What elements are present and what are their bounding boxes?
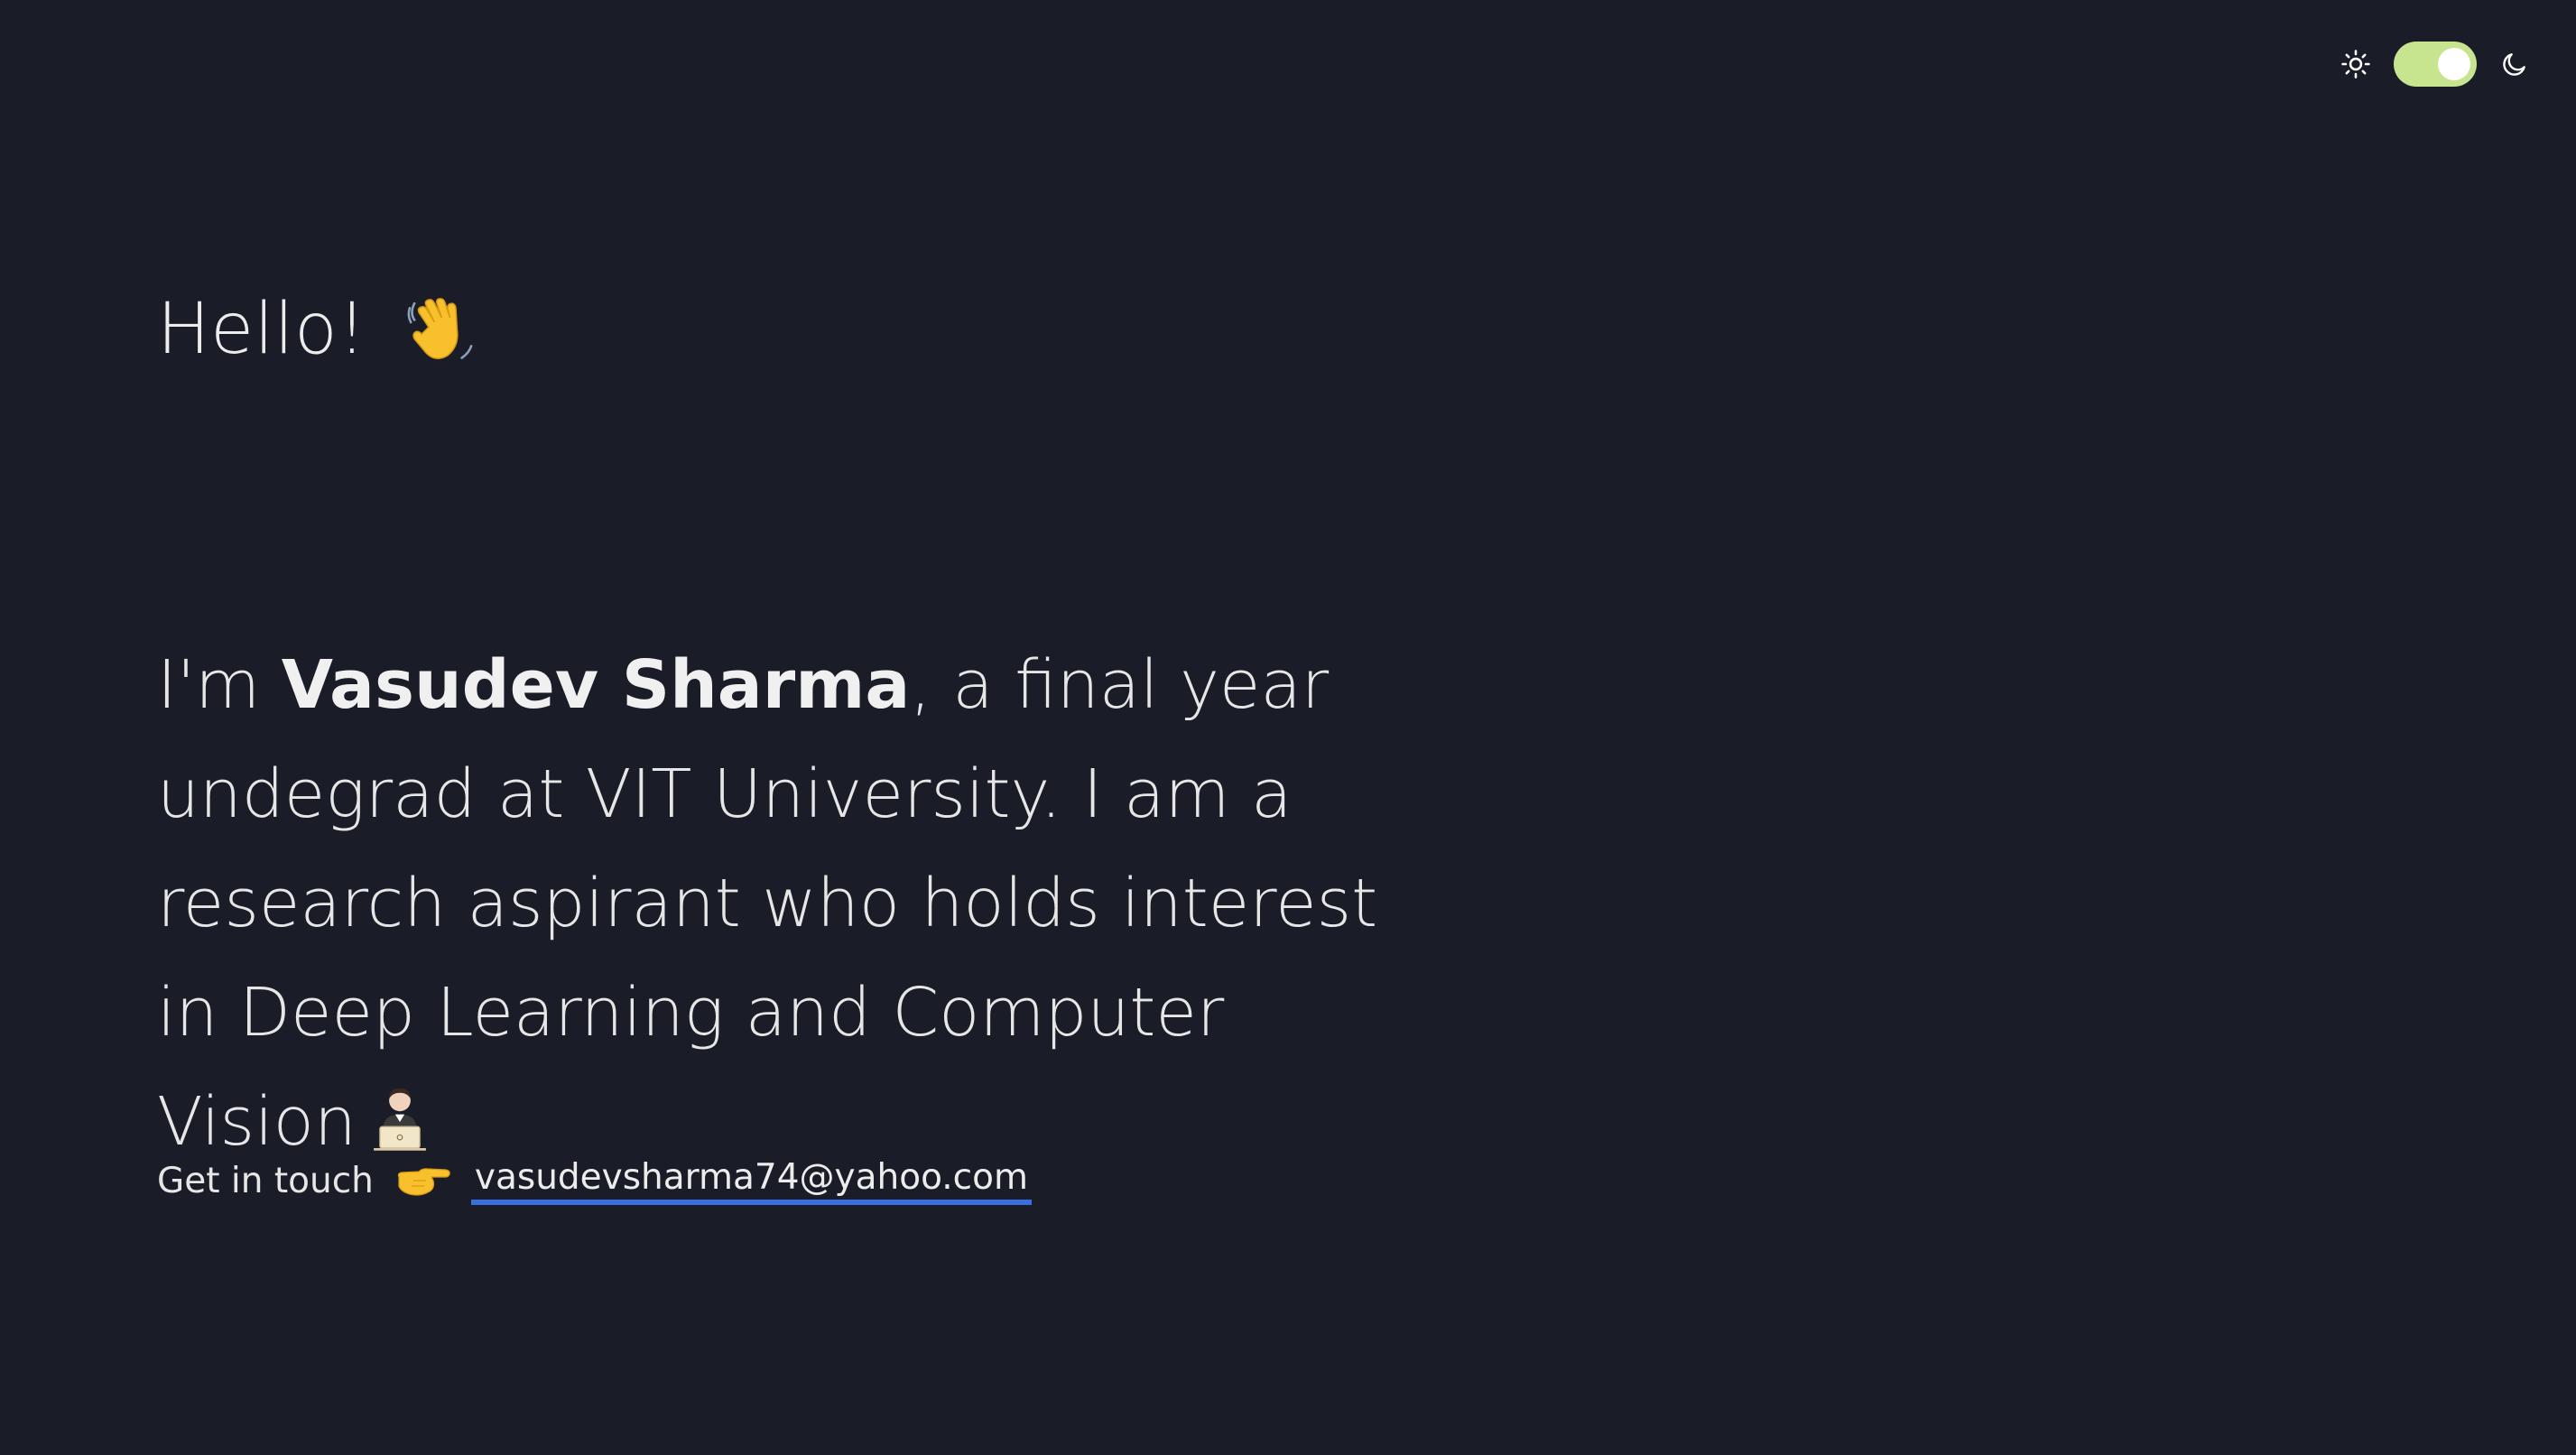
page: Hello! I'm Vasudev Sharma, a final year … xyxy=(0,0,2576,1455)
contact-row: Get in touch vasudevsharma74@yahoo.com xyxy=(157,1157,1032,1205)
contact-label: Get in touch xyxy=(157,1161,374,1201)
theme-toggle xyxy=(2338,42,2533,87)
sun-icon xyxy=(2338,46,2374,82)
intro-paragraph: I'm Vasudev Sharma, a final year undegra… xyxy=(157,631,1439,1177)
greeting-text: Hello! xyxy=(157,289,366,370)
moon-icon xyxy=(2497,46,2533,82)
email-link[interactable]: vasudevsharma74@yahoo.com xyxy=(470,1157,1032,1205)
switch-knob xyxy=(2438,48,2470,80)
pointing-hand-icon xyxy=(394,1161,453,1202)
technologist-icon xyxy=(369,1075,431,1151)
intro-prefix: I'm xyxy=(157,646,282,724)
greeting-heading: Hello! xyxy=(157,289,478,370)
author-name: Vasudev Sharma xyxy=(281,646,911,724)
dark-mode-switch[interactable] xyxy=(2394,42,2477,87)
waving-hand-icon xyxy=(403,292,478,367)
